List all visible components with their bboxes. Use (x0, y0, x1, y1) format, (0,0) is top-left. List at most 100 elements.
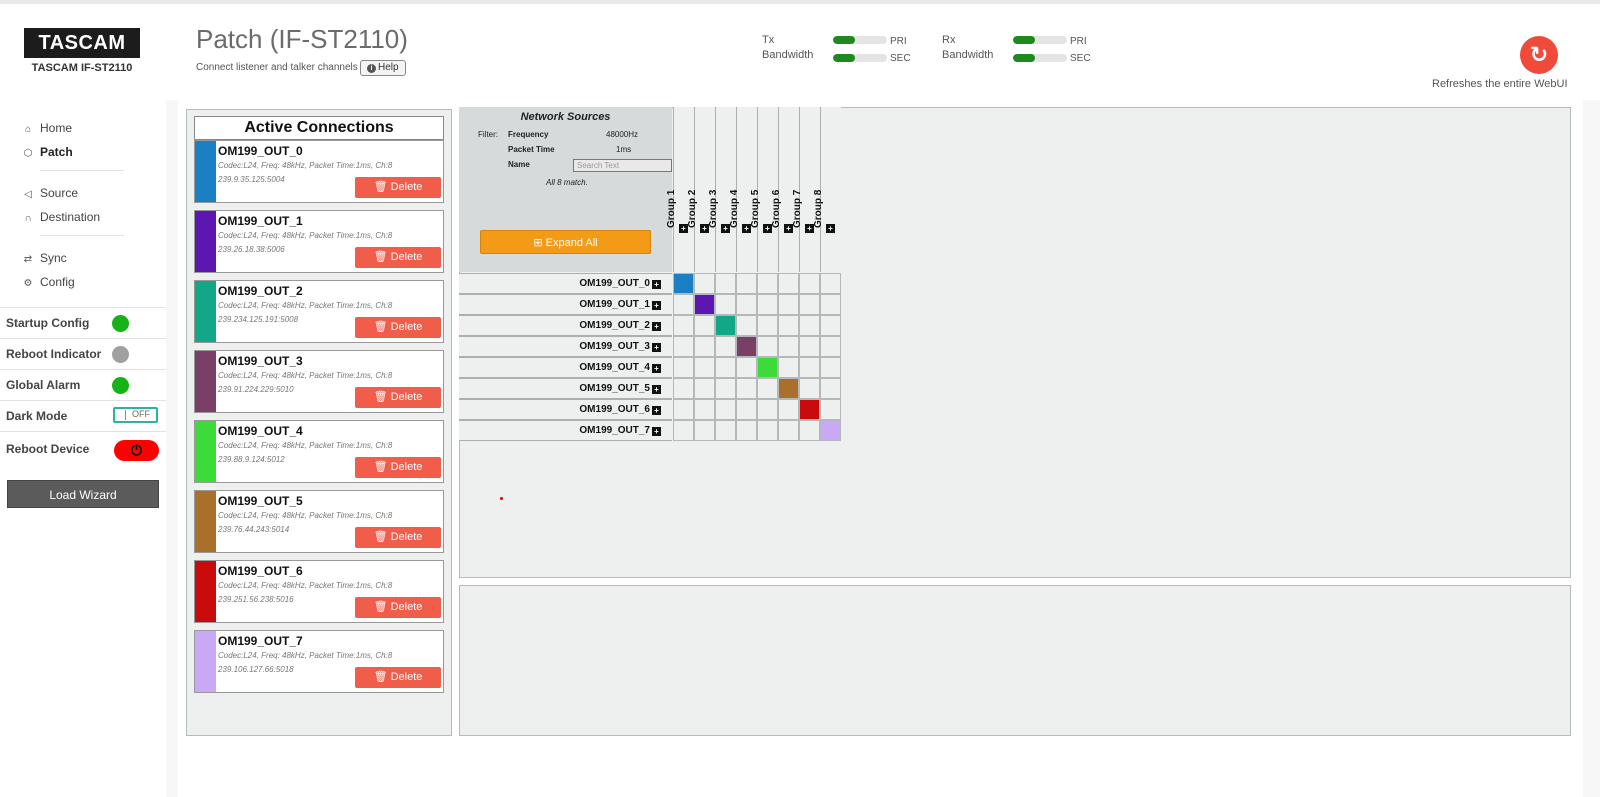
delete-button[interactable]: 🗑︎ Delete (355, 317, 441, 338)
name-search-input[interactable]: Search Text (573, 159, 672, 172)
matrix-cell[interactable] (820, 336, 841, 357)
matrix-cell[interactable] (757, 336, 778, 357)
matrix-cell[interactable] (715, 420, 736, 441)
expand-source-icon[interactable]: + (652, 301, 661, 310)
matrix-cell[interactable] (673, 399, 694, 420)
matrix-cell[interactable] (799, 357, 820, 378)
help-button[interactable]: i Help (360, 60, 406, 76)
expand-source-icon[interactable]: + (652, 385, 661, 394)
matrix-cell[interactable] (799, 336, 820, 357)
matrix-cell[interactable] (694, 399, 715, 420)
packet-time-value[interactable]: 1ms (616, 145, 631, 154)
matrix-cell-connected[interactable] (778, 378, 799, 399)
matrix-cell[interactable] (778, 357, 799, 378)
refresh-button[interactable]: ↻ (1520, 36, 1558, 74)
matrix-cell[interactable] (820, 399, 841, 420)
expand-group-icon[interactable]: + (826, 224, 835, 233)
delete-button[interactable]: 🗑︎ Delete (355, 247, 441, 268)
matrix-cell[interactable] (820, 378, 841, 399)
matrix-cell-connected[interactable] (736, 336, 757, 357)
nav-home[interactable]: ⌂ Home (22, 120, 72, 136)
expand-source-icon[interactable]: + (652, 280, 661, 289)
matrix-cell[interactable] (736, 357, 757, 378)
matrix-cell[interactable] (778, 399, 799, 420)
matrix-cell-connected[interactable] (820, 420, 841, 441)
matrix-cell-connected[interactable] (694, 294, 715, 315)
expand-source-icon[interactable]: + (652, 343, 661, 352)
nav-patch[interactable]: ⬡ Patch (22, 144, 73, 160)
expand-source-icon[interactable]: + (652, 427, 661, 436)
matrix-cell[interactable] (757, 420, 778, 441)
delete-button[interactable]: 🗑︎ Delete (355, 457, 441, 478)
matrix-cell[interactable] (694, 315, 715, 336)
matrix-cell[interactable] (799, 294, 820, 315)
matrix-cell[interactable] (673, 378, 694, 399)
matrix-cell[interactable] (673, 294, 694, 315)
matrix-cell[interactable] (820, 315, 841, 336)
matrix-cell[interactable] (757, 378, 778, 399)
matrix-cell[interactable] (736, 420, 757, 441)
matrix-cell[interactable] (778, 315, 799, 336)
matrix-cell[interactable] (715, 273, 736, 294)
matrix-cell[interactable] (736, 273, 757, 294)
nav-destination[interactable]: ∩ Destination (22, 209, 100, 225)
source-name: OM199_OUT_1 (579, 299, 650, 310)
delete-button[interactable]: 🗑︎ Delete (355, 177, 441, 198)
matrix-cell[interactable] (757, 315, 778, 336)
matrix-cell[interactable] (799, 315, 820, 336)
matrix-cell[interactable] (778, 420, 799, 441)
reboot-button[interactable]: ⏻ (114, 440, 159, 461)
matrix-cell[interactable] (715, 378, 736, 399)
nav-sync[interactable]: ⇄ Sync (22, 250, 67, 266)
delete-button[interactable]: 🗑︎ Delete (355, 527, 441, 548)
matrix-cell[interactable] (736, 378, 757, 399)
dark-mode-toggle[interactable]: OFF (113, 407, 158, 423)
matrix-cell[interactable] (673, 420, 694, 441)
matrix-cell[interactable] (694, 378, 715, 399)
matrix-cell-connected[interactable] (757, 357, 778, 378)
matrix-cell[interactable] (799, 378, 820, 399)
delete-button[interactable]: 🗑︎ Delete (355, 387, 441, 408)
matrix-cell-connected[interactable] (799, 399, 820, 420)
source-row-label: OM199_OUT_6 + (459, 399, 672, 420)
matrix-cell[interactable] (715, 294, 736, 315)
matrix-cell[interactable] (673, 336, 694, 357)
nav-source[interactable]: ◁ Source (22, 185, 78, 201)
expand-source-icon[interactable]: + (652, 364, 661, 373)
nav-config[interactable]: ⚙ Config (22, 274, 75, 290)
matrix-cell[interactable] (694, 357, 715, 378)
expand-source-icon[interactable]: + (652, 406, 661, 415)
matrix-cell[interactable] (799, 420, 820, 441)
expand-all-button[interactable]: ⊞ Expand All (480, 230, 651, 254)
matrix-cell[interactable] (736, 399, 757, 420)
matrix-cell[interactable] (799, 273, 820, 294)
delete-button[interactable]: 🗑︎ Delete (355, 597, 441, 618)
matrix-cell[interactable] (778, 294, 799, 315)
matrix-cell[interactable] (778, 273, 799, 294)
matrix-cell[interactable] (715, 399, 736, 420)
matrix-cell[interactable] (757, 294, 778, 315)
matrix-cell[interactable] (694, 336, 715, 357)
matrix-cell[interactable] (757, 399, 778, 420)
matrix-cell[interactable] (736, 315, 757, 336)
matrix-cell[interactable] (694, 420, 715, 441)
matrix-cell[interactable] (820, 294, 841, 315)
matrix-cell[interactable] (673, 357, 694, 378)
matrix-cell[interactable] (694, 273, 715, 294)
group-header[interactable]: Group 8 (813, 107, 841, 272)
matrix-cell[interactable] (715, 357, 736, 378)
matrix-cell[interactable] (673, 315, 694, 336)
matrix-cell[interactable] (778, 336, 799, 357)
connection-meta: Codec:L24, Freq: 48kHz, Packet Time:1ms,… (218, 581, 393, 590)
matrix-cell[interactable] (757, 273, 778, 294)
matrix-cell-connected[interactable] (715, 315, 736, 336)
delete-button[interactable]: 🗑︎ Delete (355, 667, 441, 688)
matrix-cell[interactable] (820, 273, 841, 294)
frequency-value[interactable]: 48000Hz (606, 130, 638, 139)
matrix-cell[interactable] (715, 336, 736, 357)
matrix-cell-connected[interactable] (673, 273, 694, 294)
matrix-cell[interactable] (736, 294, 757, 315)
load-wizard-button[interactable]: Load Wizard (7, 480, 159, 508)
expand-source-icon[interactable]: + (652, 322, 661, 331)
matrix-cell[interactable] (820, 357, 841, 378)
